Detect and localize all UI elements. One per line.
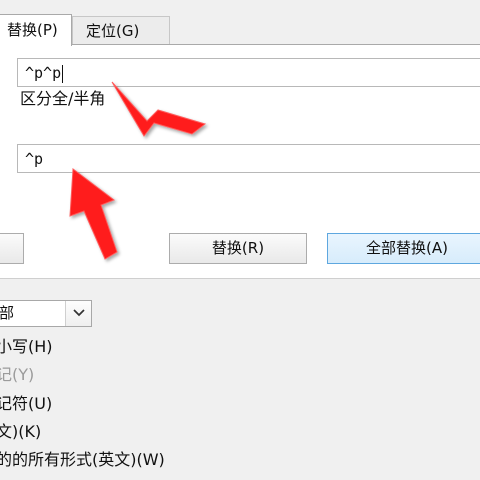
replace-button[interactable]: 替换(R) xyxy=(169,233,307,264)
option-wildcards[interactable]: 记符(U) xyxy=(0,391,52,417)
option-all-word-forms-label: 的的所有形式(英文)(W) xyxy=(0,450,165,469)
text-caret xyxy=(62,64,64,83)
chevron-down-icon[interactable] xyxy=(65,301,91,326)
tab-goto[interactable]: 定位(G) xyxy=(72,16,170,44)
find-input-value: ^p^p xyxy=(25,64,62,82)
partial-button[interactable] xyxy=(0,233,24,264)
replace-input-value: ^p xyxy=(25,150,44,168)
replace-all-button[interactable]: 全部替换(A) xyxy=(327,233,480,264)
search-scope-select[interactable]: 部 xyxy=(0,300,92,327)
search-scope-value: 部 xyxy=(0,304,15,322)
option-all-word-forms[interactable]: 的的所有形式(英文)(W) xyxy=(0,447,165,473)
chevron-down-icon xyxy=(73,309,85,317)
option-english[interactable]: 文)(K) xyxy=(0,419,41,445)
option-match-case[interactable]: 小写(H) xyxy=(0,334,53,360)
tab-goto-label: 定位(G) xyxy=(86,22,140,40)
full-half-width-option-label: 区分全/半角 xyxy=(20,89,106,108)
option-match-case-label: 小写(H) xyxy=(0,337,53,356)
tab-replace-label: 替换(P) xyxy=(7,21,58,39)
option-english-label: 文)(K) xyxy=(0,422,42,441)
option-disabled-mark-label: 记(Y) xyxy=(0,365,35,384)
option-wildcards-label: 记符(U) xyxy=(0,394,53,413)
find-input[interactable]: ^p^p xyxy=(17,58,480,87)
option-disabled-mark: 记(Y) xyxy=(0,362,34,388)
tab-replace[interactable]: 替换(P) xyxy=(0,14,72,46)
replace-input[interactable]: ^p xyxy=(17,144,480,173)
